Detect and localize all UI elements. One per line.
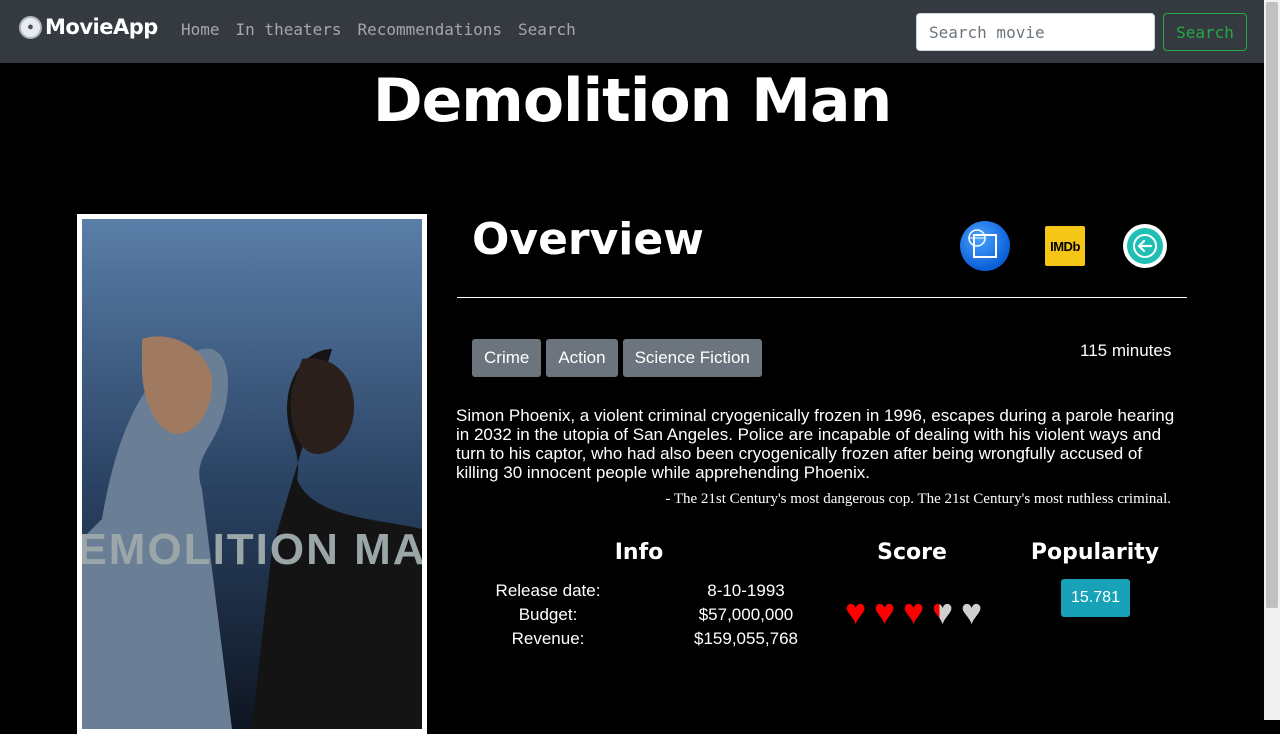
info-label: Revenue: (511, 629, 585, 648)
nav-link-in-theaters[interactable]: In theaters (236, 20, 342, 39)
imdb-icon[interactable]: IMDb (1045, 226, 1085, 266)
score-heading: Score (877, 540, 947, 565)
genre-badge-action[interactable]: Action (546, 339, 618, 377)
info-heading: Info (614, 540, 664, 565)
info-label: Release date: (495, 581, 601, 600)
info-label: Budget: (518, 605, 578, 624)
info-row-release-date: Release date: 8-10-1993 (470, 579, 846, 603)
score-hearts: ♥ ♥ ♥ ♥ ♥ (841, 594, 986, 630)
film-reel-icon: ● (19, 15, 42, 39)
search-input[interactable] (916, 13, 1155, 51)
website-globe-icon[interactable] (960, 221, 1010, 271)
info-row-revenue: Revenue: $159,055,768 (470, 627, 846, 651)
heart-icon: ♥ (873, 591, 896, 632)
info-value: 8-10-1993 (707, 581, 785, 600)
heart-icon: ♥ (844, 591, 867, 632)
poster-art: DEMOLITION MAN (82, 219, 422, 729)
search-button[interactable]: Search (1163, 13, 1247, 51)
heart-icon: ♥ (960, 591, 983, 632)
overview-heading: Overview (472, 214, 704, 265)
info-row-budget: Budget: $57,000,000 (470, 603, 846, 627)
nav-link-home[interactable]: Home (181, 20, 220, 39)
brand-name: MovieApp (45, 15, 158, 39)
navbar: ● MovieApp Home In theaters Recommendati… (0, 0, 1264, 63)
nav-links: Home In theaters Recommendations Search (181, 20, 592, 39)
movie-poster: DEMOLITION MAN (77, 214, 427, 734)
genre-list: Crime Action Science Fiction (472, 339, 762, 377)
popularity-heading: Popularity (1030, 540, 1160, 565)
heart-icon: ♥ (902, 591, 925, 632)
poster-title-text: DEMOLITION MAN (82, 525, 422, 574)
info-value: $57,000,000 (698, 605, 794, 624)
popularity-badge: 15.781 (1061, 579, 1130, 617)
nav-link-recommendations[interactable]: Recommendations (358, 20, 503, 39)
divider (457, 297, 1187, 298)
brand[interactable]: ● MovieApp (19, 15, 158, 39)
movie-description: Simon Phoenix, a violent criminal cryoge… (456, 406, 1175, 482)
scrollbar-thumb[interactable] (1266, 2, 1278, 608)
scrollbar[interactable] (1264, 0, 1280, 720)
movie-title: Demolition Man (372, 66, 892, 136)
info-table: Release date: 8-10-1993 Budget: $57,000,… (470, 579, 846, 651)
runtime: 115 minutes (1080, 341, 1172, 360)
info-value: $159,055,768 (694, 629, 798, 648)
genre-badge-science-fiction[interactable]: Science Fiction (622, 339, 762, 377)
genre-badge-crime[interactable]: Crime (472, 339, 542, 377)
movie-tagline: - The 21st Century's most dangerous cop.… (665, 491, 1171, 507)
back-arrow-icon[interactable] (1123, 224, 1167, 268)
heart-icon: ♥ (928, 594, 957, 630)
nav-link-search[interactable]: Search (518, 20, 576, 39)
